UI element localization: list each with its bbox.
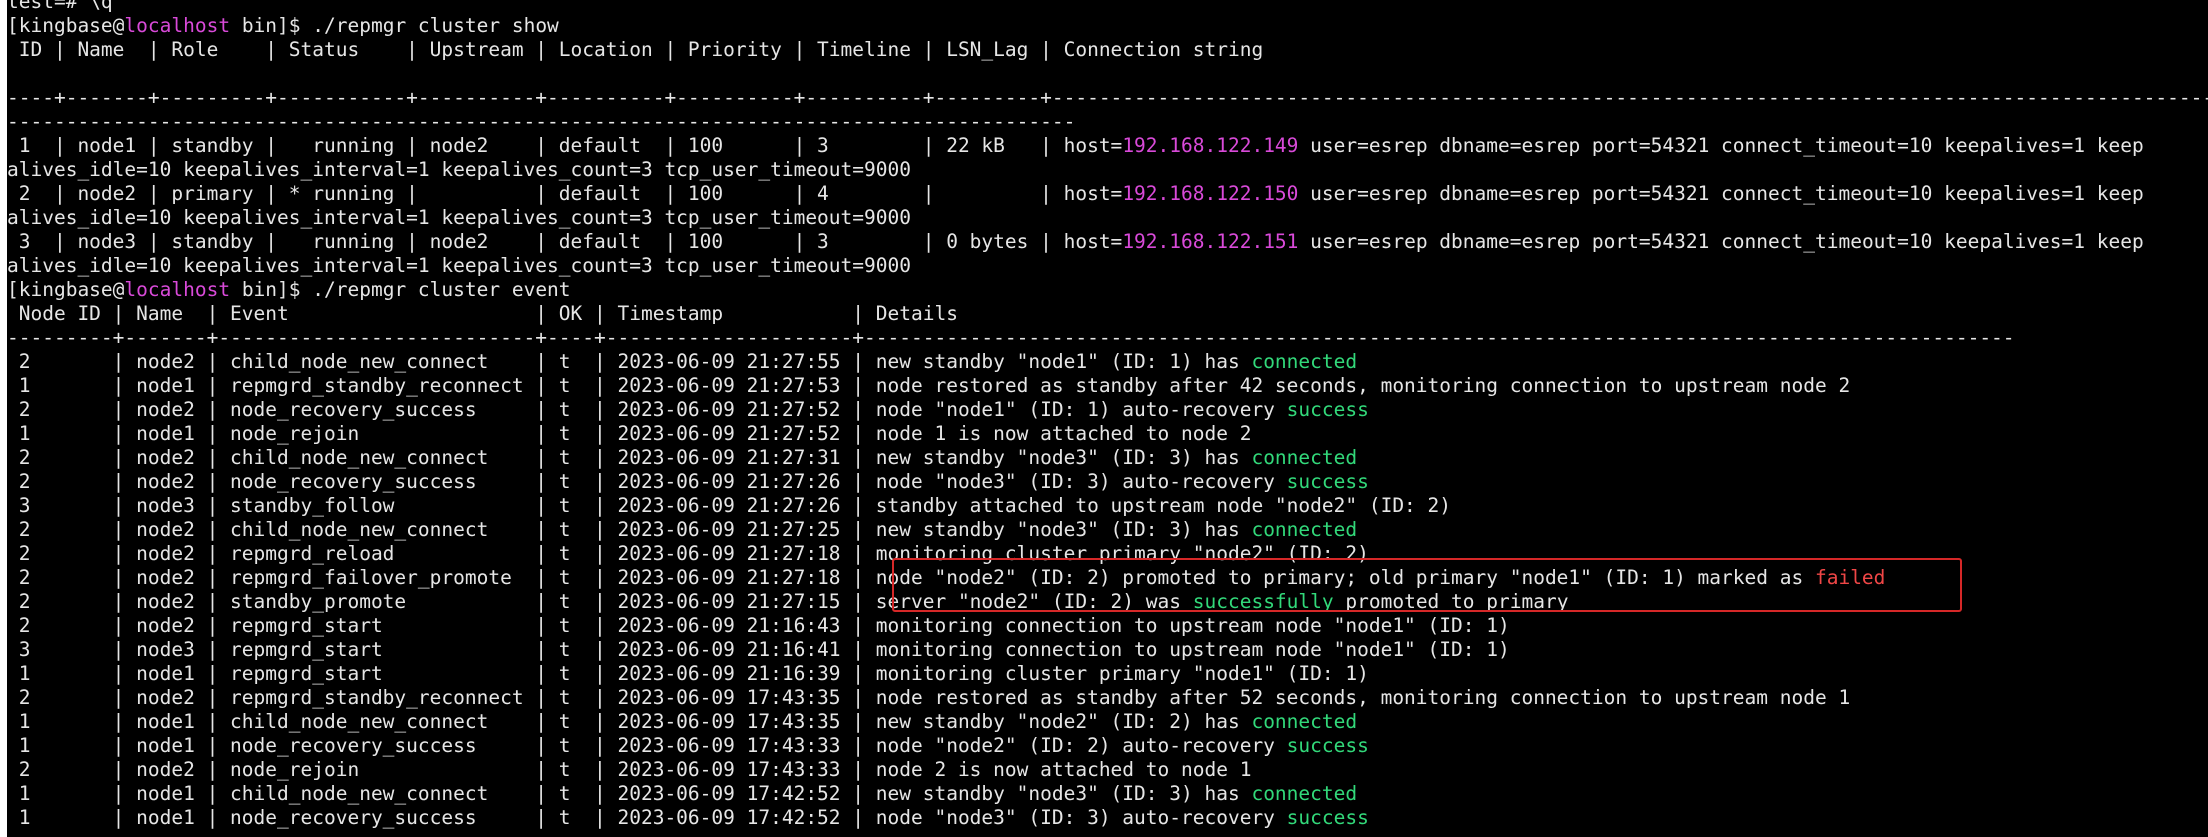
terminal-text-segment: Node ID | Name | Event | OK | Timestamp … [7,302,958,325]
terminal-text-segment: 192.168.122.149 [1122,134,1299,157]
terminal-text-segment: connected [1251,350,1358,373]
terminal-text-segment: ---------+-------+----------------------… [7,326,2015,349]
terminal-text-segment: 3 | node3 | standby_follow | t | 2023-06… [7,494,1452,517]
terminal-text-segment: 1 | node1 | child_node_new_connect | t |… [7,782,1252,805]
terminal-window[interactable]: test=# \q [kingbase@localhost bin]$ ./rep… [7,0,2208,837]
terminal-text-segment: 2 | node2 | repmgrd_failover_promote | t… [7,566,1815,589]
terminal-line: 2 | node2 | child_node_new_connect | t |… [7,350,2208,374]
terminal-text-segment: 3 | node3 | standby | running | node2 | … [7,230,1123,253]
terminal-line: alives_idle=10 keepalives_interval=1 kee… [7,254,2208,278]
terminal-text-segment: [kingbase@ [7,278,125,301]
terminal-line: 2 | node2 | node_recovery_success | t | … [7,398,2208,422]
terminal-text-segment: promoted to primary [1333,590,1569,613]
terminal-text-segment: success [1286,806,1369,829]
terminal-text-segment: 1 | node1 | repmgrd_start | t | 2023-06-… [7,662,1369,685]
terminal-text-segment: bin]$ ./repmgr cluster show [230,14,559,37]
terminal-text-segment: 3 | node3 | repmgrd_start | t | 2023-06-… [7,638,1510,661]
terminal-text-segment: 2 | node2 | node_rejoin | t | 2023-06-09… [7,758,1252,781]
terminal-text-segment: 2 | node2 | node_recovery_success | t | … [7,398,1287,421]
terminal-line: 2 | node2 | child_node_new_connect | t |… [7,446,2208,470]
terminal-text-segment: ID | Name | Role | Status | Upstream | L… [7,38,1264,61]
terminal-line: 3 | node3 | standby_follow | t | 2023-06… [7,494,2208,518]
terminal-line: 1 | node1 | child_node_new_connect | t |… [7,710,2208,734]
terminal-line: 1 | node1 | node_recovery_success | t | … [7,734,2208,758]
terminal-line: 3 | node3 | repmgrd_start | t | 2023-06-… [7,638,2208,662]
terminal-line: 3 | node3 | standby | running | node2 | … [7,230,2208,254]
terminal-text-segment: user=esrep dbname=esrep port=54321 conne… [1298,134,2144,157]
terminal-text-segment: 2 | node2 | node_recovery_success | t | … [7,470,1287,493]
terminal-text-segment: [kingbase@ [7,14,125,37]
terminal-text-segment: alives_idle=10 keepalives_interval=1 kee… [7,254,911,277]
terminal-output: test=# \q [kingbase@localhost bin]$ ./rep… [7,0,2208,830]
terminal-line: 2 | node2 | repmgrd_reload | t | 2023-06… [7,542,2208,566]
terminal-text-segment: success [1286,734,1369,757]
terminal-text-segment: 2 | node2 | repmgrd_reload | t | 2023-06… [7,542,1369,565]
terminal-text-segment: failed [1814,566,1886,589]
terminal-line: ---------+-------+----------------------… [7,326,2208,350]
terminal-line: 2 | node2 | repmgrd_start | t | 2023-06-… [7,614,2208,638]
terminal-line: 1 | node1 | node_recovery_success | t | … [7,806,2208,830]
terminal-line: ----+-------+---------+-----------+-----… [7,86,2208,110]
terminal-line: 2 | node2 | repmgrd_standby_reconnect | … [7,686,2208,710]
terminal-text-segment: user=esrep dbname=esrep port=54321 conne… [1298,230,2144,253]
terminal-text-segment: 2 | node2 | repmgrd_start | t | 2023-06-… [7,614,1510,637]
terminal-line: [kingbase@localhost bin]$ ./repmgr clust… [7,14,2208,38]
terminal-text-segment: successfully [1192,590,1334,613]
terminal-line: alives_idle=10 keepalives_interval=1 kee… [7,158,2208,182]
terminal-line: 1 | node1 | node_rejoin | t | 2023-06-09… [7,422,2208,446]
terminal-text-segment: connected [1251,446,1358,469]
terminal-text-segment: 2 | node2 | child_node_new_connect | t |… [7,350,1252,373]
terminal-text-segment: 1 | node1 | repmgrd_standby_reconnect | … [7,374,1851,397]
terminal-text-segment: 1 | node1 | node_recovery_success | t | … [7,734,1287,757]
terminal-line: 1 | node1 | child_node_new_connect | t |… [7,782,2208,806]
terminal-text-segment: 192.168.122.151 [1122,230,1299,253]
terminal-text-segment: alives_idle=10 keepalives_interval=1 kee… [7,206,911,229]
terminal-text-segment: success [1286,470,1369,493]
terminal-line: 1 | node1 | repmgrd_start | t | 2023-06-… [7,662,2208,686]
terminal-text-segment: alives_idle=10 keepalives_interval=1 kee… [7,158,911,181]
terminal-text-segment: connected [1251,518,1358,541]
terminal-line: 2 | node2 | node_recovery_success | t | … [7,470,2208,494]
terminal-text-segment: user=esrep dbname=esrep port=54321 conne… [1298,182,2144,205]
terminal-text-segment: 1 | node1 | node_recovery_success | t | … [7,806,1287,829]
terminal-line: alives_idle=10 keepalives_interval=1 kee… [7,206,2208,230]
terminal-line: 2 | node2 | repmgrd_failover_promote | t… [7,566,2208,590]
terminal-text-segment: 192.168.122.150 [1122,182,1299,205]
terminal-text-segment: 2 | node2 | primary | * running | | defa… [7,182,1123,205]
terminal-line: [kingbase@localhost bin]$ ./repmgr clust… [7,278,2208,302]
terminal-text-segment: localhost [124,14,231,37]
terminal-line: 2 | node2 | primary | * running | | defa… [7,182,2208,206]
terminal-text-segment: ----------------------------------------… [7,110,1076,133]
terminal-text-segment: 2 | node2 | repmgrd_standby_reconnect | … [7,686,1851,709]
terminal-line: 2 | node2 | node_rejoin | t | 2023-06-09… [7,758,2208,782]
terminal-text-segment: 2 | node2 | standby_promote | t | 2023-0… [7,590,1193,613]
terminal-text-segment: ----+-------+---------+-----------+-----… [7,86,2208,109]
terminal-text-segment: test=# \q [7,0,113,13]
terminal-line: 1 | node1 | repmgrd_standby_reconnect | … [7,374,2208,398]
terminal-text-segment: 2 | node2 | child_node_new_connect | t |… [7,518,1252,541]
terminal-text-segment: 2 | node2 | child_node_new_connect | t |… [7,446,1252,469]
terminal-line: 1 | node1 | standby | running | node2 | … [7,134,2208,158]
terminal-line: Node ID | Name | Event | OK | Timestamp … [7,302,2208,326]
terminal-text-segment: 1 | node1 | node_rejoin | t | 2023-06-09… [7,422,1252,445]
terminal-line: 2 | node2 | standby_promote | t | 2023-0… [7,590,2208,614]
terminal-line: test=# \q [7,0,2208,14]
terminal-line: ----------------------------------------… [7,110,2208,134]
terminal-line: ID | Name | Role | Status | Upstream | L… [7,38,2208,62]
terminal-text-segment: bin]$ ./repmgr cluster event [230,278,571,301]
terminal-text-segment: connected [1251,710,1358,733]
terminal-text-segment: 1 | node1 | standby | running | node2 | … [7,134,1123,157]
terminal-text-segment: localhost [124,278,231,301]
terminal-text-segment: 1 | node1 | child_node_new_connect | t |… [7,710,1252,733]
terminal-text-segment: success [1286,398,1369,421]
terminal-text-segment: connected [1251,782,1358,805]
terminal-line: 2 | node2 | child_node_new_connect | t |… [7,518,2208,542]
